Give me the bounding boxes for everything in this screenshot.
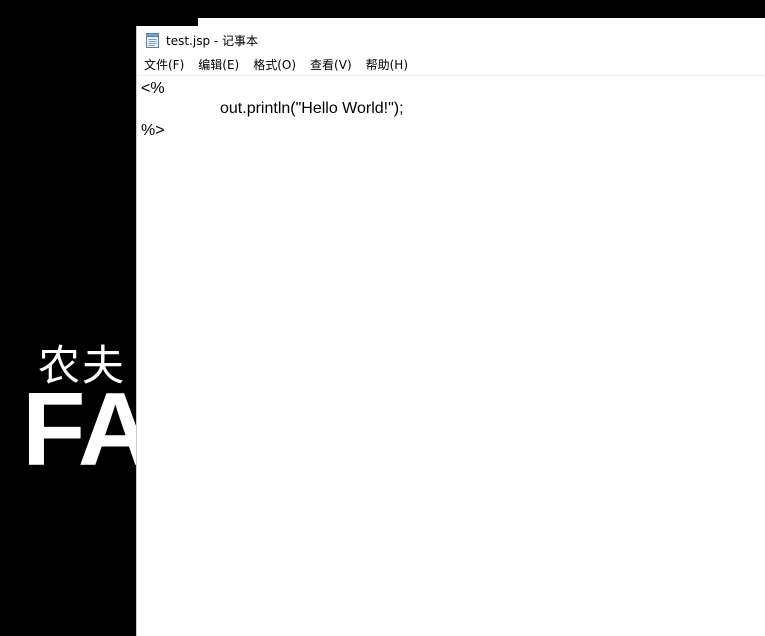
title-bar[interactable]: test.jsp - 记事本 bbox=[137, 26, 765, 54]
menu-edit[interactable]: 编辑(E) bbox=[191, 55, 246, 75]
menu-view[interactable]: 查看(V) bbox=[303, 55, 359, 75]
menu-help[interactable]: 帮助(H) bbox=[359, 55, 415, 75]
menu-bar: 文件(F) 编辑(E) 格式(O) 查看(V) 帮助(H) bbox=[137, 55, 765, 76]
window-title: test.jsp - 记事本 bbox=[166, 34, 259, 48]
wallpaper-english-text: FA bbox=[22, 372, 153, 488]
desktop: 农夫 FA test.jsp - 记事本 文件(F) 编辑(E) 格式(O) 查… bbox=[0, 0, 765, 636]
notepad-icon bbox=[146, 33, 159, 48]
code-line-println: out.println("Hello World!"); bbox=[220, 100, 404, 117]
code-line-close-tag: %> bbox=[141, 122, 165, 139]
notepad-window[interactable]: test.jsp - 记事本 文件(F) 编辑(E) 格式(O) 查看(V) 帮… bbox=[137, 26, 765, 636]
menu-file[interactable]: 文件(F) bbox=[137, 55, 191, 75]
code-line-open-tag: <% bbox=[141, 80, 165, 97]
background-window-edge bbox=[198, 18, 765, 26]
menu-format[interactable]: 格式(O) bbox=[246, 55, 303, 75]
text-editor[interactable]: <% out.println("Hello World!"); %> bbox=[137, 76, 765, 636]
